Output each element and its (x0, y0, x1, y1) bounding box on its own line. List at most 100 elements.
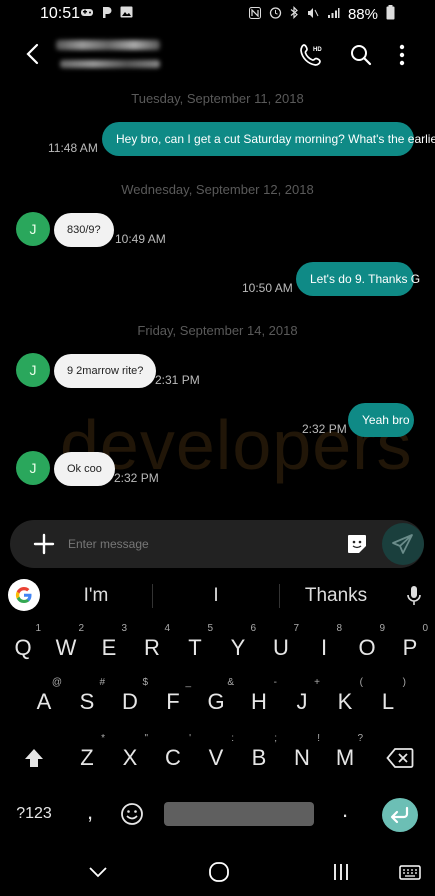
key-alt-label: 4 (164, 623, 170, 634)
shift-key[interactable] (14, 736, 54, 780)
key-o[interactable]: O9 (347, 623, 387, 670)
message-input[interactable] (68, 534, 328, 554)
date-separator: Tuesday, September 11, 2018 (131, 91, 304, 106)
key-w[interactable]: W2 (46, 623, 86, 670)
message-timestamp: 2:32 PM (302, 422, 347, 436)
recents-button[interactable] (329, 860, 353, 884)
suggestion-2[interactable]: I (182, 585, 250, 607)
key-p[interactable]: P0 (390, 623, 430, 670)
message-bubble-incoming[interactable]: Ok coo (54, 452, 115, 486)
key-v[interactable]: V: (196, 733, 236, 780)
hide-keyboard-button[interactable] (86, 860, 110, 884)
hd-call-button[interactable]: HD (298, 42, 324, 68)
key-x[interactable]: X " (110, 733, 150, 780)
contact-number-redacted (60, 60, 160, 68)
pandora-icon (102, 6, 112, 22)
message-bubble-outgoing[interactable]: Yeah bro (348, 403, 414, 437)
recents-icon (334, 864, 348, 880)
key-alt-label: 5 (207, 623, 213, 634)
key-alt-label: 8 (336, 623, 342, 634)
key-label: U (273, 635, 289, 660)
keyboard-switch-button[interactable] (398, 860, 422, 884)
contact-name-redacted[interactable] (56, 40, 160, 50)
more-vert-icon (399, 44, 405, 66)
sticker-button[interactable] (346, 533, 368, 555)
space-key[interactable] (164, 802, 314, 826)
key-n[interactable]: N! (282, 733, 322, 780)
status-right-icons: 88% (248, 5, 395, 23)
key-t[interactable]: T5 (175, 623, 215, 670)
message-composer (10, 520, 424, 568)
home-button[interactable] (207, 860, 231, 884)
key-alt-label: ( (359, 677, 363, 688)
suggestion-strip: I'm I Thanks (0, 572, 435, 618)
message-bubble-incoming[interactable]: 830/9? (54, 213, 114, 247)
key-b[interactable]: B; (239, 733, 279, 780)
google-g-icon (15, 586, 32, 604)
back-button[interactable] (20, 40, 48, 68)
emoji-key[interactable] (112, 792, 152, 836)
key-g[interactable]: G & (196, 677, 236, 724)
comma-key[interactable]: , (70, 790, 110, 834)
period-key[interactable]: . (325, 788, 365, 832)
message-bubble-outgoing[interactable]: Let's do 9. Thanks G (296, 262, 420, 296)
key-alt-label: * (101, 733, 105, 744)
key-s[interactable]: S # (67, 677, 107, 724)
key-u[interactable]: U7 (261, 623, 301, 670)
key-z[interactable]: Z * (67, 733, 107, 780)
key-l[interactable]: L) (368, 677, 408, 724)
key-q[interactable]: Q1 (3, 623, 43, 670)
key-y[interactable]: Y6 (218, 623, 258, 670)
contact-avatar[interactable]: J (16, 451, 50, 485)
key-alt-label: 7 (293, 623, 299, 634)
plus-icon (33, 533, 55, 555)
send-button[interactable] (382, 523, 424, 565)
key-i[interactable]: I8 (304, 623, 344, 670)
suggestion-divider (152, 584, 153, 608)
key-label: A (36, 689, 52, 714)
key-c[interactable]: C ' (153, 733, 193, 780)
google-button[interactable] (8, 579, 40, 611)
key-h[interactable]: H- (239, 677, 279, 724)
backspace-key[interactable] (380, 736, 420, 780)
key-alt-label: - (273, 677, 277, 688)
key-j[interactable]: J + (282, 677, 322, 724)
message-timestamp: 10:50 AM (242, 281, 293, 295)
key-alt-label: $ (142, 677, 148, 688)
key-a[interactable]: A @ (24, 677, 64, 724)
enter-icon (390, 806, 409, 824)
key-alt-label: + (314, 677, 320, 688)
attach-button[interactable] (30, 530, 58, 558)
key-e[interactable]: E3 (89, 623, 129, 670)
key-alt-label: ' (189, 733, 191, 744)
key-d[interactable]: D $ (110, 677, 150, 724)
svg-text:HD: HD (313, 47, 322, 53)
key-label: Z (80, 745, 94, 770)
key-label: I (320, 635, 328, 660)
enter-key[interactable] (382, 798, 418, 832)
suggestion-divider (279, 584, 280, 608)
key-label: O (358, 635, 376, 660)
more-options-button[interactable] (389, 42, 415, 68)
contact-avatar[interactable]: J (16, 212, 50, 246)
search-button[interactable] (348, 42, 374, 68)
voice-input-button[interactable] (404, 584, 424, 608)
key-r[interactable]: R4 (132, 623, 172, 670)
key-alt-label: " (144, 733, 148, 744)
suggestion-3[interactable]: Thanks (296, 585, 376, 607)
key-alt-label: & (227, 677, 234, 688)
suggestion-1[interactable]: I'm (62, 585, 130, 607)
contact-avatar[interactable]: J (16, 353, 50, 387)
key-alt-label: # (99, 677, 105, 688)
key-k[interactable]: K( (325, 677, 365, 724)
backspace-icon (386, 748, 414, 768)
key-f[interactable]: F _ (153, 677, 193, 724)
message-bubble-outgoing[interactable]: Hey bro, can I get a cut Saturday mornin… (102, 122, 435, 156)
conversation-header: HD (0, 30, 435, 82)
home-icon (209, 862, 229, 882)
key-alt-label: ; (274, 733, 277, 744)
message-bubble-incoming[interactable]: 9 2marrow rite? (54, 354, 157, 388)
key-m[interactable]: M? (325, 733, 365, 780)
key-label: E (101, 635, 117, 660)
symbols-key[interactable]: ?123 (10, 792, 58, 836)
